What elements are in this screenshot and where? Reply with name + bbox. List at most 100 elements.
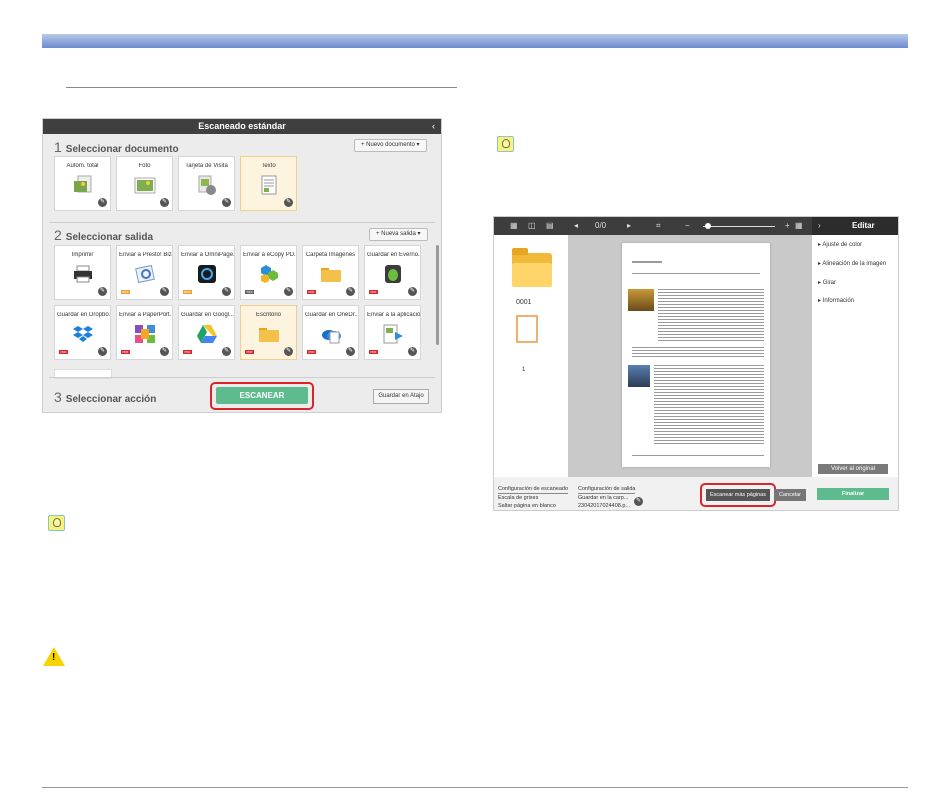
prev-page-icon[interactable]: ◂ bbox=[574, 221, 578, 230]
collapse-chevron-icon[interactable]: ‹ bbox=[432, 119, 435, 134]
cancel-button[interactable]: Cancelar bbox=[774, 489, 806, 501]
text-line bbox=[632, 261, 662, 263]
text-block bbox=[658, 289, 764, 341]
paperport-icon bbox=[135, 325, 155, 343]
edit-pencil-icon[interactable]: ✎ bbox=[160, 347, 169, 356]
fit-page-icon[interactable]: ⌗ bbox=[656, 221, 661, 231]
tile-label: Texto bbox=[261, 163, 276, 169]
side-item-alignment[interactable]: ▸ Alineación de la imagen bbox=[818, 260, 886, 267]
output-tile-omnipage[interactable]: Enviar a OmniPage... BMP ✎ bbox=[178, 245, 235, 300]
edit-pencil-icon[interactable]: ✎ bbox=[222, 347, 231, 356]
section-2-header: 2 Seleccionar salida bbox=[54, 227, 154, 243]
output-settings: Configuración de salida Guardar en la ca… bbox=[578, 486, 636, 509]
text-doc-icon bbox=[261, 175, 277, 195]
grid-view-icon[interactable]: ▦ bbox=[510, 221, 518, 230]
folder-icon[interactable] bbox=[512, 248, 552, 287]
document-tile-photo[interactable]: Foto ✎ bbox=[116, 156, 173, 211]
page-number: 1 bbox=[522, 367, 526, 373]
side-item-info[interactable]: ▸ Información bbox=[818, 297, 854, 304]
output-tile-print[interactable]: Imprimir ✎ bbox=[54, 245, 111, 300]
preview-area bbox=[568, 235, 812, 477]
output-tile-google-drive[interactable]: Guardar en Googl... PDF ✎ bbox=[178, 305, 235, 360]
scanned-page bbox=[622, 243, 770, 467]
edit-pencil-icon[interactable]: ✎ bbox=[160, 198, 169, 207]
scan-result-window: ▦ ◫ ▤ ◂ 0/0 ▸ ⌗ − + ▦ › Editar 0001 1 ▸ … bbox=[493, 216, 899, 511]
hint-icon bbox=[497, 136, 514, 152]
new-document-button[interactable]: + Nuevo documento ▾ bbox=[354, 139, 427, 152]
app-icon bbox=[383, 324, 403, 344]
folder-icon bbox=[321, 268, 341, 282]
zoom-out-icon[interactable]: − bbox=[685, 221, 690, 230]
warning-exclamation: ! bbox=[52, 652, 56, 663]
text-block bbox=[654, 365, 764, 445]
page-thumbnail[interactable] bbox=[516, 315, 538, 343]
format-badge: PDF bbox=[121, 350, 130, 354]
section-3-header: 3 Seleccionar acción bbox=[54, 389, 157, 405]
next-page-icon[interactable]: ▸ bbox=[627, 221, 631, 230]
tile-label: Enviar a OmniPage... bbox=[181, 252, 234, 258]
tile-label: Enviar a PaperPort... bbox=[119, 312, 172, 318]
side-item-color[interactable]: ▸ Ajuste de color bbox=[818, 241, 862, 248]
hint-icon bbox=[48, 515, 65, 531]
zoom-slider-knob[interactable] bbox=[705, 223, 711, 229]
edit-pencil-icon[interactable]: ✎ bbox=[346, 287, 355, 296]
edit-side-panel: ▸ Ajuste de color ▸ Alineación de la ima… bbox=[812, 235, 898, 477]
edit-pencil-icon[interactable]: ✎ bbox=[408, 287, 417, 296]
new-output-button[interactable]: + Nueva salida ▾ bbox=[369, 228, 428, 241]
zoom-slider[interactable] bbox=[703, 226, 775, 227]
tile-label: Imprimir bbox=[71, 252, 94, 258]
edit-pencil-icon[interactable]: ✎ bbox=[284, 347, 293, 356]
photo-icon bbox=[134, 177, 156, 194]
format-badge: PDF bbox=[307, 290, 316, 294]
output-tile-desktop[interactable]: Escritorio PDF ✎ bbox=[240, 305, 297, 360]
evernote-icon bbox=[385, 265, 401, 283]
scan-settings: Configuración de escaneado Escala de gri… bbox=[498, 486, 569, 509]
edit-pencil-icon[interactable]: ✎ bbox=[408, 347, 417, 356]
edit-pencil-icon[interactable]: ✎ bbox=[98, 287, 107, 296]
list-view-icon[interactable]: ▤ bbox=[546, 221, 554, 230]
revert-button[interactable]: Volver al original bbox=[818, 464, 888, 474]
output-tile-dropbox[interactable]: Guardar en Dropbo... PDF ✎ bbox=[54, 305, 111, 360]
output-tile-presto[interactable]: Enviar a Presto! Biz... BMP ✎ bbox=[116, 245, 173, 300]
ecopy-icon bbox=[261, 265, 278, 283]
format-badge: TIFF bbox=[245, 290, 254, 294]
output-tile-onedrive[interactable]: Guardar en OneDr... PDF ✎ bbox=[302, 305, 359, 360]
tile-label: Foto bbox=[138, 163, 151, 169]
collapse-edit-icon[interactable]: › bbox=[818, 221, 821, 230]
thumbnail-grid-icon[interactable]: ▦ bbox=[795, 221, 803, 230]
edit-pencil-icon[interactable]: ✎ bbox=[346, 347, 355, 356]
save-shortcut-button[interactable]: Guardar en Atajo bbox=[373, 389, 429, 404]
tile-label: Enviar a Presto! Biz... bbox=[119, 252, 172, 258]
format-badge: PDF bbox=[307, 350, 316, 354]
output-tile-paperport[interactable]: Enviar a PaperPort... PDF ✎ bbox=[116, 305, 173, 360]
side-item-rotate[interactable]: ▸ Girar bbox=[818, 279, 836, 286]
output-tile-image-folder[interactable]: Carpeta Imágenes PDF ✎ bbox=[302, 245, 359, 300]
edit-pencil-icon[interactable]: ✎ bbox=[98, 198, 107, 207]
window-title-bar: Escaneado estándar ‹ bbox=[43, 119, 441, 134]
edit-pencil-icon[interactable]: ✎ bbox=[284, 198, 293, 207]
document-tile-text[interactable]: Texto ✎ bbox=[240, 156, 297, 211]
tile-label: Guardar en Googl... bbox=[181, 312, 234, 318]
output-tile-application[interactable]: Enviar a la aplicación PDF ✎ bbox=[364, 305, 421, 360]
split-view-icon[interactable]: ◫ bbox=[528, 221, 536, 230]
text-line bbox=[632, 455, 764, 456]
document-tile-auto[interactable]: Autom. total ✎ bbox=[54, 156, 111, 211]
finish-button[interactable]: Finalizar bbox=[817, 488, 889, 500]
edit-pencil-icon[interactable]: ✎ bbox=[284, 287, 293, 296]
edit-pencil-icon[interactable]: ✎ bbox=[222, 198, 231, 207]
output-tile-ecopy[interactable]: Enviar a eCopy PD... TIFF ✎ bbox=[240, 245, 297, 300]
tile-label: Enviar a eCopy PD... bbox=[243, 252, 296, 258]
edit-output-pencil-icon[interactable]: ✎ bbox=[634, 497, 643, 506]
folder-icon bbox=[259, 328, 279, 342]
output-scrollbar[interactable] bbox=[436, 245, 439, 345]
output-tile-evernote[interactable]: Guardar en Everno... PDF ✎ bbox=[364, 245, 421, 300]
page-counter: 0/0 bbox=[595, 221, 607, 230]
zoom-in-icon[interactable]: + bbox=[785, 221, 790, 230]
document-tile-business-card[interactable]: Tarjeta de Visita ✎ bbox=[178, 156, 235, 211]
edit-pencil-icon[interactable]: ✎ bbox=[222, 287, 231, 296]
edit-pencil-icon[interactable]: ✎ bbox=[160, 287, 169, 296]
edit-pencil-icon[interactable]: ✎ bbox=[98, 347, 107, 356]
edit-title: Editar bbox=[852, 221, 875, 230]
tile-label: Tarjeta de Visita bbox=[185, 163, 228, 169]
highlight-frame bbox=[210, 382, 314, 410]
